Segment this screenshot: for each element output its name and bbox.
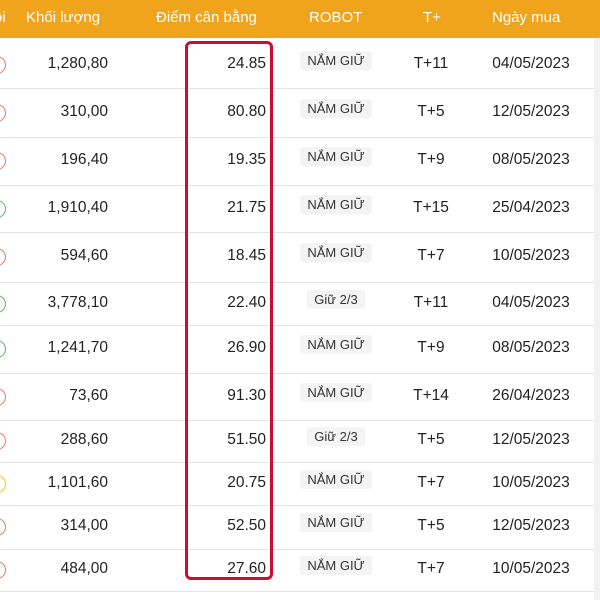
table-row[interactable]: 1,910,40 21.75 NẮM GIỮ T+15 25/04/2023 [0,185,600,233]
robot-status-badge: Giữ 2/3 [307,427,365,446]
robot-cell: NẮM GIỮ [296,335,376,354]
table-row[interactable]: 3,778,10 22.40 Giữ 2/3 T+11 04/05/2023 [0,282,600,326]
table-row[interactable]: 594,60 18.45 NẮM GIỮ T+7 10/05/2023 [0,232,600,283]
tplus-cell: T+9 [417,151,445,168]
stock-table-screenshot: ỗi Khối lượng Điểm cân bằng ROBOT T+ Ngà… [0,0,600,600]
table-row[interactable]: 310,00 80.80 NẮM GIỮ T+5 12/05/2023 [0,88,600,138]
header-tplus[interactable]: T+ [423,0,441,38]
balance-point-cell: 51.50 [227,431,266,448]
tplus-cell: T+5 [417,517,445,534]
buy-date-cell: 04/05/2023 [492,294,570,311]
robot-cell: NẮM GIỮ [296,556,376,575]
buy-date-cell: 26/04/2023 [492,387,570,404]
tplus-cell: T+5 [417,431,445,448]
balance-point-cell: 18.45 [227,247,266,264]
header-volume[interactable]: Khối lượng [26,0,100,38]
robot-status-badge: Giữ 2/3 [307,290,365,309]
robot-status-badge: NẮM GIỮ [300,51,372,70]
balance-point-cell: 24.85 [227,55,266,72]
buy-date-cell: 10/05/2023 [492,474,570,491]
robot-status-badge: NẮM GIỮ [300,335,372,354]
balance-point-cell: 21.75 [227,199,266,216]
header-partial-column: ỗi [0,9,6,26]
robot-cell: NẮM GIỮ [296,99,376,118]
buy-date-cell: 12/05/2023 [492,517,570,534]
balance-point-cell: 20.75 [227,474,266,491]
buy-date-cell: 12/05/2023 [492,103,570,120]
table-row[interactable]: 484,00 27.60 NẮM GIỮ T+7 10/05/2023 [0,549,600,592]
header-robot[interactable]: ROBOT [309,0,362,38]
tplus-cell: T+7 [417,247,445,264]
tplus-cell: T+5 [417,103,445,120]
tplus-cell: T+11 [413,55,449,72]
robot-status-badge: NẮM GIỮ [300,195,372,214]
table-row[interactable]: 1,241,70 26.90 NẮM GIỮ T+9 08/05/2023 [0,325,600,374]
tplus-cell: T+15 [413,199,449,216]
table-row[interactable]: 73,60 91.30 NẮM GIỮ T+14 26/04/2023 [0,373,600,421]
balance-point-cell: 52.50 [227,517,266,534]
buy-date-cell: 10/05/2023 [492,560,570,577]
robot-status-badge: NẮM GIỮ [300,99,372,118]
buy-date-cell: 04/05/2023 [492,55,570,72]
robot-cell: Giữ 2/3 [296,290,376,309]
tplus-cell: T+9 [417,339,445,356]
header-balance-point[interactable]: Điểm cân bằng [156,0,257,38]
robot-status-badge: NẮM GIỮ [300,556,372,575]
robot-cell: NẮM GIỮ [296,147,376,166]
table-row[interactable]: 1,101,60 20.75 NẮM GIỮ T+7 10/05/2023 [0,462,600,506]
header-buy-date[interactable]: Ngày mua [492,0,560,38]
balance-point-cell: 26.90 [227,339,266,356]
tplus-cell: T+7 [417,474,445,491]
robot-cell: NẮM GIỮ [296,470,376,489]
balance-point-cell: 91.30 [227,387,266,404]
balance-point-cell: 80.80 [227,103,266,120]
robot-status-badge: NẮM GIỮ [300,513,372,532]
buy-date-cell: 08/05/2023 [492,339,570,356]
robot-status-badge: NẮM GIỮ [300,147,372,166]
robot-cell: NẮM GIỮ [296,243,376,262]
table-row[interactable]: 196,40 19.35 NẮM GIỮ T+9 08/05/2023 [0,137,600,186]
tplus-cell: T+14 [413,387,449,404]
robot-cell: NẮM GIỮ [296,513,376,532]
table-row[interactable]: 1,280,80 24.85 NẮM GIỮ T+11 04/05/2023 [0,42,600,89]
table-header: ỗi Khối lượng Điểm cân bằng ROBOT T+ Ngà… [0,0,600,38]
robot-status-badge: NẮM GIỮ [300,383,372,402]
table-row[interactable]: 288,60 51.50 Giữ 2/3 T+5 12/05/2023 [0,420,600,463]
buy-date-cell: 12/05/2023 [492,431,570,448]
balance-point-cell: 19.35 [227,151,266,168]
robot-cell: NẮM GIỮ [296,195,376,214]
robot-cell: NẮM GIỮ [296,383,376,402]
robot-cell: NẮM GIỮ [296,51,376,70]
scrollbar-track[interactable] [594,38,600,600]
tplus-cell: T+11 [413,294,449,311]
balance-point-cell: 27.60 [227,560,266,577]
tplus-cell: T+7 [417,560,445,577]
balance-point-cell: 22.40 [227,294,266,311]
robot-status-badge: NẮM GIỮ [300,470,372,489]
buy-date-cell: 08/05/2023 [492,151,570,168]
buy-date-cell: 25/04/2023 [492,199,570,216]
table-row[interactable]: 314,00 52.50 NẮM GIỮ T+5 12/05/2023 [0,505,600,550]
robot-status-badge: NẮM GIỮ [300,243,372,262]
buy-date-cell: 10/05/2023 [492,247,570,264]
robot-cell: Giữ 2/3 [296,427,376,446]
